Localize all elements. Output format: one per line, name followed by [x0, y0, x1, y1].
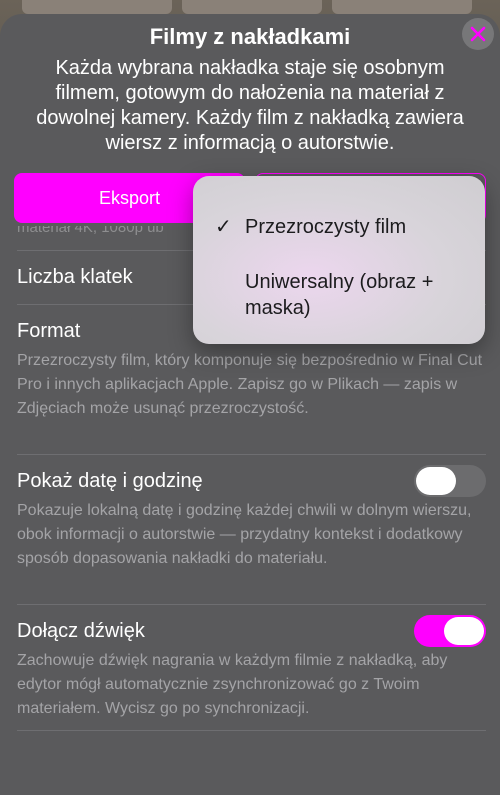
toggle-knob: [416, 467, 456, 495]
sheet-subtitle: Każda wybrana nakładka staje się osobnym…: [36, 57, 464, 154]
format-option-universal[interactable]: Uniwersalny (obraz + maska): [245, 269, 475, 321]
overlay-videos-sheet: Filmy z nakładkami Każda wybrana nakładk…: [0, 14, 500, 795]
show-date-label: Pokaż datę i godzinę: [17, 470, 203, 492]
divider: [17, 730, 486, 731]
sheet-title: Filmy z nakładkami: [149, 24, 351, 49]
format-label[interactable]: Format: [17, 320, 80, 343]
checkmark-icon: ✓: [215, 216, 232, 238]
background-thumbnail: [182, 0, 322, 14]
frame-rate-label[interactable]: Liczba klatek: [17, 266, 133, 289]
show-date-description: Pokazuje lokalną datę i godzinę każdej c…: [17, 502, 472, 567]
format-menu: ✓ Przezroczysty film Uniwersalny (obraz …: [193, 176, 485, 344]
background-thumbnail: [22, 0, 172, 14]
divider: [17, 604, 486, 605]
resolution-detail: materiał 4K, 1080p ub: [17, 226, 164, 236]
show-date-toggle[interactable]: [414, 465, 486, 497]
include-audio-description: Zachowuje dźwięk nagrania w każdym filmi…: [17, 652, 448, 717]
include-audio-toggle[interactable]: [414, 615, 486, 647]
format-option-transparent[interactable]: Przezroczysty film: [245, 214, 475, 240]
divider: [17, 454, 486, 455]
close-button[interactable]: [462, 18, 494, 50]
background-thumbnail: [332, 0, 472, 14]
toggle-knob: [444, 617, 484, 645]
close-icon: [470, 26, 486, 42]
include-audio-label: Dołącz dźwięk: [17, 620, 145, 642]
format-description: Przezroczysty film, który komponuje się …: [17, 352, 483, 417]
